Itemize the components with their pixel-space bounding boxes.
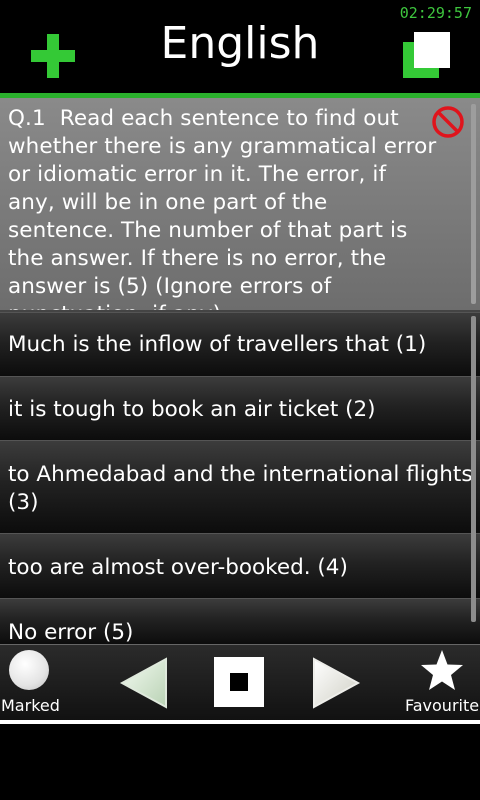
option-5[interactable]: No error (5) (0, 598, 480, 645)
option-2[interactable]: it is tough to book an air ticket (2) (0, 376, 480, 440)
options-scrollbar[interactable] (471, 316, 476, 622)
marked-button[interactable]: Marked (0, 645, 64, 721)
bottom-toolbar: Marked Favourite (0, 644, 480, 721)
question-panel: Q.1 Read each sentence to find out whethe… (0, 98, 480, 327)
option-4-label: too are almost over-booked. (4) (8, 555, 348, 580)
option-1-label: Much is the inflow of travellers that (1… (8, 332, 427, 357)
option-5-label: No error (5) (8, 620, 134, 645)
right-arrow-icon[interactable] (310, 655, 362, 711)
option-4[interactable]: too are almost over-booked. (4) (0, 533, 480, 598)
stop-icon[interactable] (214, 657, 264, 707)
star-icon (421, 650, 463, 690)
favourite-button[interactable]: Favourite (400, 645, 480, 721)
bottom-divider (0, 720, 480, 724)
no-entry-icon[interactable] (432, 106, 464, 138)
favourite-label: Favourite (405, 696, 480, 715)
option-3-label: to Ahmedabad and the international fligh… (8, 462, 473, 515)
question-number: Q.1 (8, 106, 46, 131)
copy-icon-front (414, 32, 450, 68)
copy-icon[interactable] (403, 32, 451, 78)
question-text: Read each sentence to find out whether t… (8, 106, 437, 327)
option-1[interactable]: Much is the inflow of travellers that (1… (0, 312, 480, 376)
option-3[interactable]: to Ahmedabad and the international fligh… (0, 440, 480, 533)
circle-icon (9, 650, 49, 690)
option-2-label: it is tough to book an air ticket (2) (8, 397, 376, 422)
marked-label: Marked (1, 696, 60, 715)
question-text-block: Q.1 Read each sentence to find out whethe… (8, 105, 438, 329)
question-scrollbar[interactable] (471, 104, 476, 304)
stop-square (230, 673, 248, 691)
left-arrow-icon[interactable] (118, 655, 170, 711)
